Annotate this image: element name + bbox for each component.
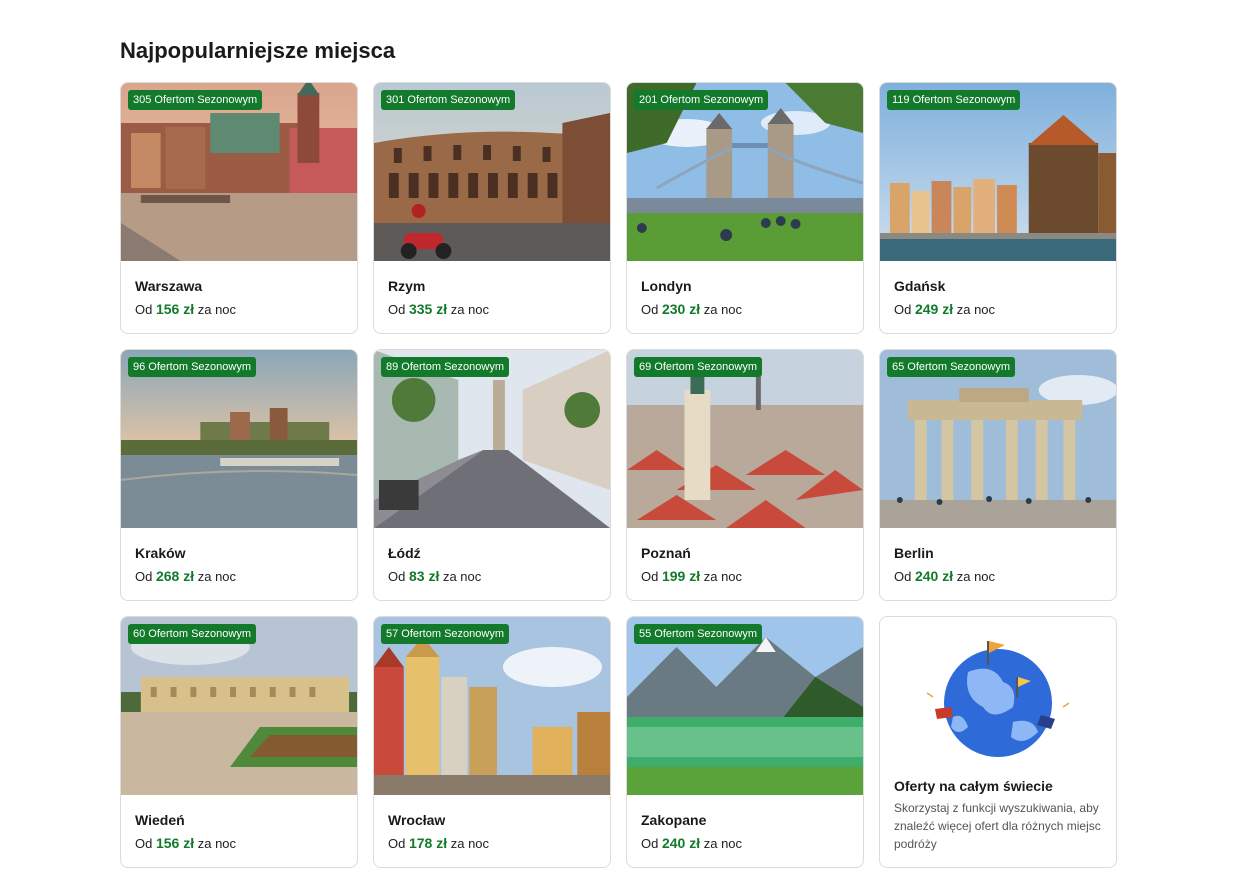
worldwide-offers-card[interactable]: Oferty na całym świecie Skorzystaj z fun…	[879, 616, 1117, 868]
destination-name: Warszawa	[135, 278, 203, 294]
destination-name: Wiedeń	[135, 812, 185, 828]
destination-image: 119 Ofertom Sezonowym	[880, 83, 1116, 261]
destination-price: Od 156 zł za noc	[135, 835, 237, 851]
destination-image: 201 Ofertom Sezonowym	[627, 83, 863, 261]
offers-badge: 57 Ofertom Sezonowym	[381, 624, 509, 644]
destination-image: 301 Ofertom Sezonowym	[374, 83, 610, 261]
destination-card-poznan[interactable]: 69 Ofertom Sezonowym Poznań Od 199 zł za…	[626, 349, 864, 601]
destination-name: Berlin	[894, 545, 934, 561]
destination-price: Od 230 zł za noc	[641, 301, 743, 317]
offers-badge: 96 Ofertom Sezonowym	[128, 357, 256, 377]
destination-name: Zakopane	[641, 812, 707, 828]
section-title: Najpopularniejsze miejsca	[120, 38, 396, 63]
destination-name: Łódź	[388, 545, 421, 561]
destination-price: Od 83 zł za noc	[388, 568, 482, 584]
destination-card-krakow[interactable]: 96 Ofertom Sezonowym Kraków Od 268 zł za…	[120, 349, 358, 601]
destination-price: Od 199 zł za noc	[641, 568, 743, 584]
offers-badge: 119 Ofertom Sezonowym	[887, 90, 1021, 110]
destination-image: 89 Ofertom Sezonowym	[374, 350, 610, 528]
offers-badge: 55 Ofertom Sezonowym	[634, 624, 762, 644]
globe-flags-icon	[926, 641, 1070, 757]
offers-badge: 69 Ofertom Sezonowym	[634, 357, 762, 377]
promo-title: Oferty na całym świecie	[894, 778, 1053, 794]
destination-price: Od 249 zł za noc	[894, 301, 996, 317]
destination-card-wroclaw[interactable]: 57 Ofertom Sezonowym Wrocław Od 178 zł z…	[373, 616, 611, 868]
destination-name: Londyn	[641, 278, 692, 294]
destination-price: Od 335 zł za noc	[388, 301, 490, 317]
destination-price: Od 156 zł za noc	[135, 301, 237, 317]
offers-badge: 305 Ofertom Sezonowym	[128, 90, 263, 110]
destinations-grid: 305 Ofertom Sezonowym Warszawa Od 156 zł…	[120, 82, 1117, 868]
offers-badge: 60 Ofertom Sezonowym	[128, 624, 256, 644]
offers-badge: 201 Ofertom Sezonowym	[634, 90, 769, 110]
destination-image: 65 Ofertom Sezonowym	[880, 350, 1116, 528]
destination-card-gdansk[interactable]: 119 Ofertom Sezonowym Gdańsk Od 249 zł z…	[879, 82, 1117, 334]
destination-card-zakopane[interactable]: 55 Ofertom Sezonowym Zakopane Od 240 zł …	[626, 616, 864, 868]
destination-card-londyn[interactable]: 201 Ofertom Sezonowym Londyn Od 230 zł z…	[626, 82, 864, 334]
destination-name: Wrocław	[388, 812, 446, 828]
offers-badge: 301 Ofertom Sezonowym	[381, 90, 516, 110]
destination-image: 55 Ofertom Sezonowym	[627, 617, 863, 795]
destination-card-wieden[interactable]: 60 Ofertom Sezonowym Wiedeń Od 156 zł za…	[120, 616, 358, 868]
destination-name: Poznań	[641, 545, 691, 561]
destination-image: 69 Ofertom Sezonowym	[627, 350, 863, 528]
offers-badge: 65 Ofertom Sezonowym	[887, 357, 1015, 377]
destination-card-berlin[interactable]: 65 Ofertom Sezonowym Berlin Od 240 zł za…	[879, 349, 1117, 601]
promo-description: Skorzystaj z funkcji wyszukiwania, aby z…	[894, 801, 1101, 851]
destination-image: 60 Ofertom Sezonowym	[121, 617, 357, 795]
offers-badge: 89 Ofertom Sezonowym	[381, 357, 509, 377]
destination-image: 305 Ofertom Sezonowym	[121, 83, 357, 261]
destination-image: 57 Ofertom Sezonowym	[374, 617, 610, 795]
destination-price: Od 178 zł za noc	[388, 835, 490, 851]
destination-name: Rzym	[388, 278, 426, 294]
destination-name: Gdańsk	[894, 278, 946, 294]
destination-image: 96 Ofertom Sezonowym	[121, 350, 357, 528]
destination-name: Kraków	[135, 545, 186, 561]
destination-price: Od 268 zł za noc	[135, 568, 237, 584]
destination-card-rzym[interactable]: 301 Ofertom Sezonowym Rzym Od 335 zł za …	[373, 82, 611, 334]
destination-price: Od 240 zł za noc	[641, 835, 743, 851]
destination-price: Od 240 zł za noc	[894, 568, 996, 584]
destination-card-lodz[interactable]: 89 Ofertom Sezonowym Łódź Od 83 zł za no…	[373, 349, 611, 601]
destination-card-warszawa[interactable]: 305 Ofertom Sezonowym Warszawa Od 156 zł…	[120, 82, 358, 334]
